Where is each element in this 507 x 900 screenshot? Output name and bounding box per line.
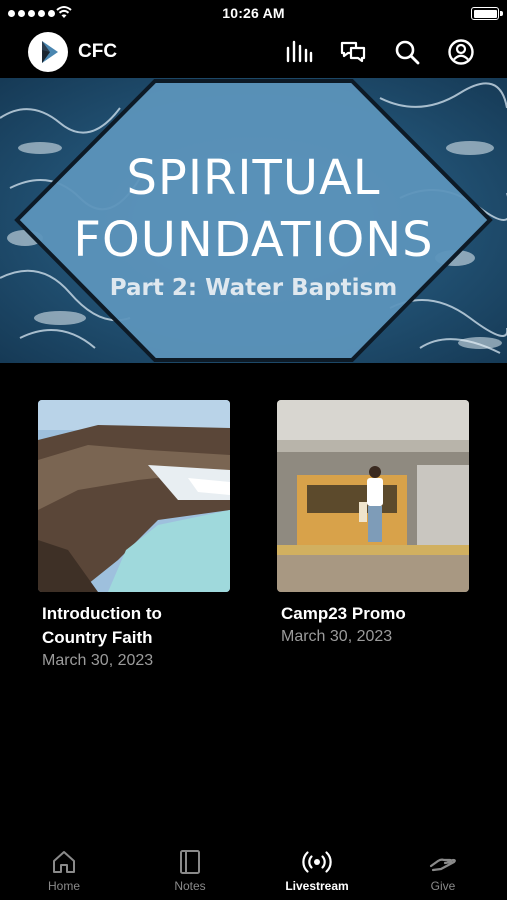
video-thumbnail[interactable]: [38, 400, 230, 592]
battery-icon: [471, 7, 503, 20]
tab-home[interactable]: Home: [14, 840, 114, 900]
video-date: March 30, 2023: [281, 628, 393, 645]
hero-subtitle: Part 2: Water Baptism: [109, 275, 398, 301]
video-title-line1: Introduction to: [42, 604, 162, 623]
tab-notes[interactable]: Notes: [140, 840, 240, 900]
profile-icon[interactable]: [447, 38, 475, 66]
app-name: CFC: [78, 41, 118, 62]
video-title-line2: Country Faith: [42, 628, 153, 647]
tab-bar: Home Notes Livestream Give: [0, 840, 507, 900]
hero-title-line1: SPIRITUAL: [126, 150, 381, 206]
hero-title-line2: FOUNDATIONS: [73, 212, 434, 268]
logo-icon: [42, 41, 58, 63]
tab-livestream[interactable]: Livestream: [267, 840, 367, 900]
video-thumbnail[interactable]: [277, 400, 469, 592]
search-icon[interactable]: [393, 38, 421, 66]
clock: 10:26 AM: [222, 5, 285, 21]
hero-banner[interactable]: SPIRITUAL FOUNDATIONS Part 2: Water Bapt…: [0, 78, 507, 363]
status-bar: 10:26 AM: [0, 0, 507, 28]
tab-give[interactable]: Give: [393, 840, 493, 900]
give-icon: [429, 858, 456, 872]
video-title-line1: Camp23 Promo: [281, 604, 406, 623]
app-logo[interactable]: [28, 32, 68, 72]
livestream-icon: [302, 851, 332, 873]
tab-label: Give: [430, 879, 456, 893]
bar-chart-icon[interactable]: [285, 38, 313, 66]
tab-label: Livestream: [285, 879, 349, 893]
tab-label: Home: [47, 879, 80, 893]
video-date: March 30, 2023: [42, 652, 154, 669]
app-header: CFC: [0, 28, 507, 78]
tab-label: Notes: [174, 879, 206, 893]
notes-icon: [180, 850, 200, 874]
video-card[interactable]: Camp23 Promo March 30, 2023: [277, 400, 469, 648]
video-card[interactable]: Introduction to Country Faith March 30, …: [38, 400, 230, 672]
chat-icon[interactable]: [339, 38, 367, 66]
home-icon: [53, 851, 75, 873]
